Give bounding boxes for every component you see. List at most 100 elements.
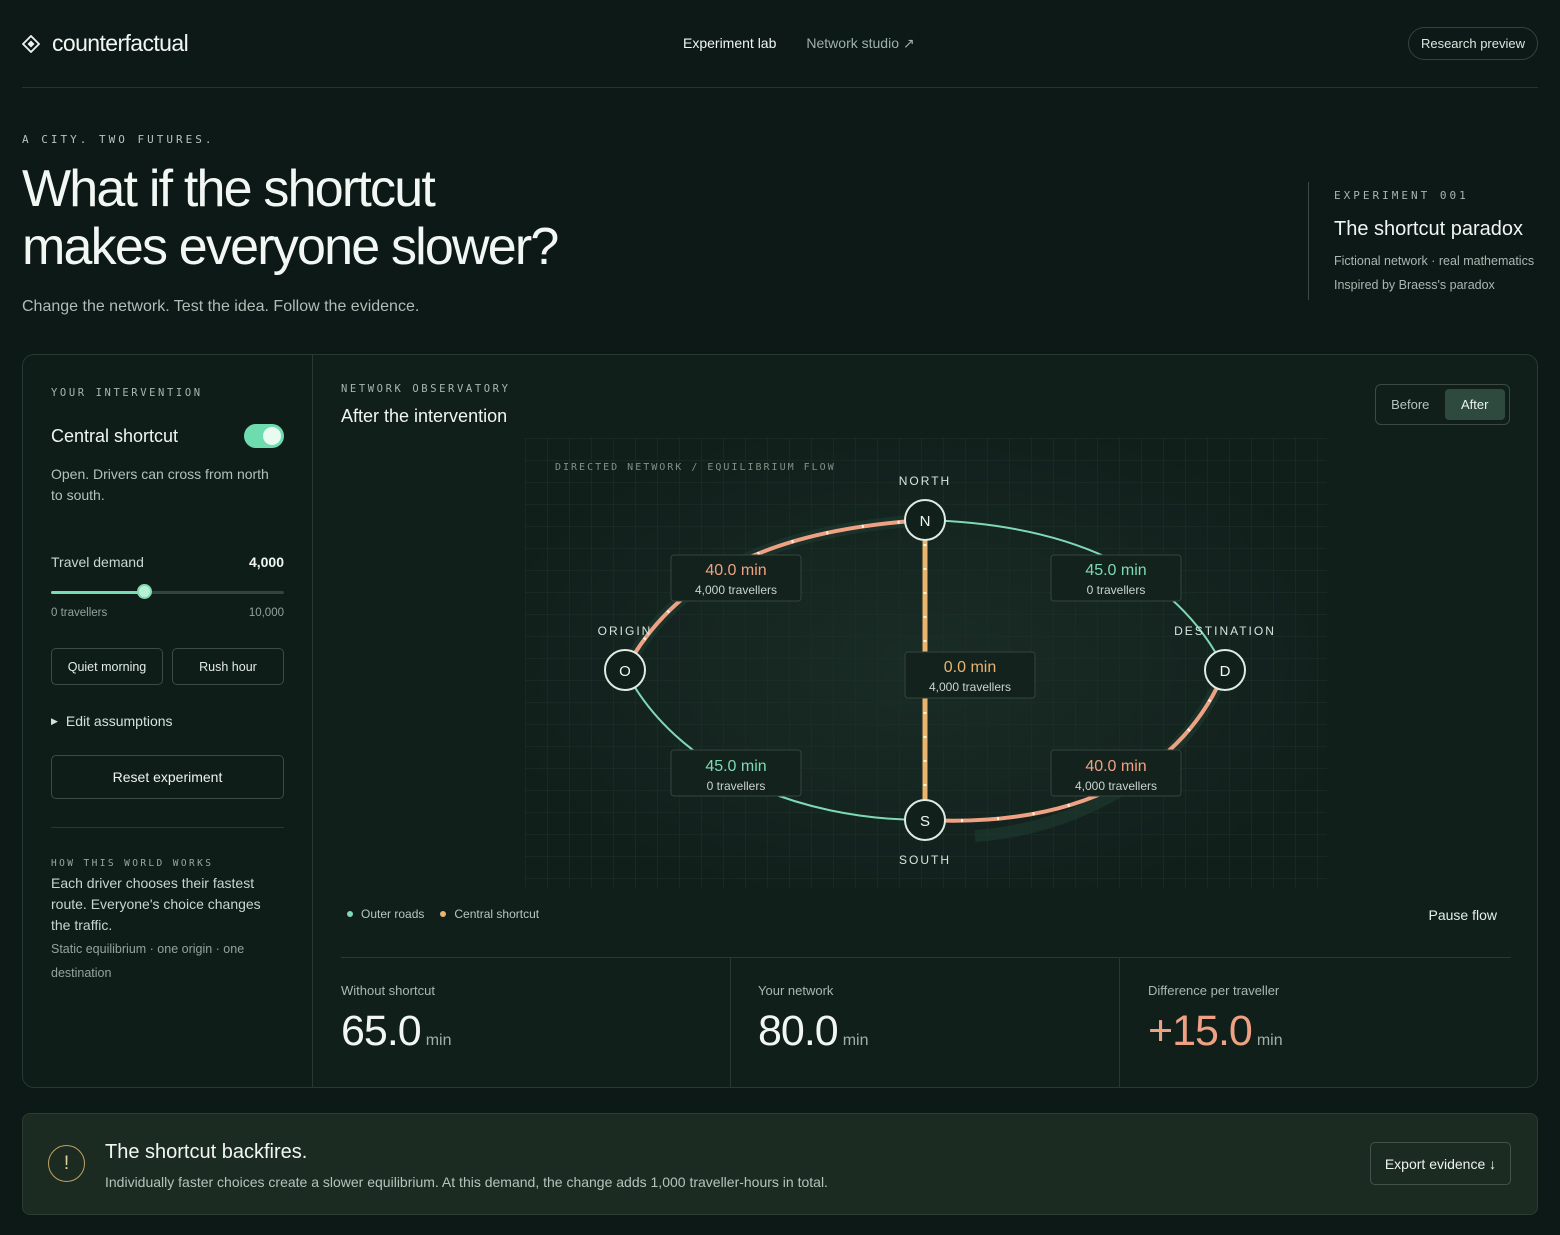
alert-title: The shortcut backfires.: [105, 1141, 308, 1163]
pause-flow-button[interactable]: Pause flow: [1429, 907, 1497, 923]
stat-label: Your network: [758, 983, 834, 998]
main-nav: Experiment lab Network studio ↗: [683, 35, 915, 52]
experiment-line-1: Fictional network · real mathematics: [1334, 254, 1535, 268]
hero-kicker: A CITY. TWO FUTURES.: [22, 133, 215, 146]
edge-travellers: 4,000 travellers: [1075, 779, 1157, 793]
node-destination[interactable]: D: [1204, 649, 1246, 691]
how-world-works-kicker: HOW THIS WORLD WORKS: [51, 858, 214, 869]
node-label-destination: DESTINATION: [1174, 624, 1276, 638]
experiment-kicker: EXPERIMENT 001: [1334, 189, 1469, 202]
slider-fill: [51, 591, 145, 594]
shortcut-toggle[interactable]: [244, 424, 284, 448]
stat-unit: min: [1256, 1032, 1283, 1049]
experiment-title: The shortcut paradox: [1334, 218, 1523, 240]
edge-label-origin-north: 40.0 min 4,000 travellers: [670, 554, 802, 602]
node-letter: S: [920, 813, 930, 830]
export-evidence-button[interactable]: Export evidence ↓: [1370, 1142, 1511, 1185]
travel-demand-slider[interactable]: [51, 584, 284, 599]
stat-value: +15.0 min: [1148, 1007, 1283, 1056]
stat-number: 80.0: [758, 1007, 839, 1055]
intervention-sidebar: YOUR INTERVENTION Central shortcut Open.…: [23, 355, 313, 1087]
top-bar: counterfactual Experiment lab Network st…: [22, 0, 1538, 88]
edge-travellers: 4,000 travellers: [695, 583, 777, 597]
sidebar-divider: [51, 827, 284, 828]
travel-demand-label: Travel demand: [51, 554, 144, 570]
edge-travellers: 4,000 travellers: [929, 680, 1011, 694]
legend-label: Central shortcut: [454, 907, 540, 921]
stat-without-shortcut: Without shortcut 65.0 min: [313, 957, 730, 1087]
stat-difference: Difference per traveller +15.0 min: [1110, 957, 1510, 1087]
brand-name: counterfactual: [52, 30, 189, 56]
quiet-morning-button[interactable]: Quiet morning: [51, 648, 163, 685]
research-preview-button[interactable]: Research preview: [1407, 27, 1538, 60]
stat-unit: min: [842, 1032, 869, 1049]
result-alert: ! The shortcut backfires. Individually f…: [22, 1113, 1538, 1215]
edge-travellers: 0 travellers: [707, 779, 766, 793]
toggle-knob: [263, 427, 281, 445]
legend-label: Outer roads: [361, 907, 425, 921]
edge-time: 45.0 min: [705, 758, 766, 775]
edit-assumptions-toggle[interactable]: ▶ Edit assumptions: [51, 713, 173, 729]
after-button[interactable]: After: [1444, 389, 1505, 420]
stat-value: 65.0 min: [341, 1007, 451, 1056]
exclamation-icon: !: [48, 1145, 85, 1182]
shortcut-toggle-label: Central shortcut: [51, 426, 179, 446]
edge-travellers: 0 travellers: [1087, 583, 1146, 597]
shortcut-description: Open. Drivers can cross from north to so…: [51, 466, 269, 503]
observatory-kicker: NETWORK OBSERVATORY: [341, 383, 511, 395]
node-south[interactable]: S: [904, 799, 946, 841]
network-graph: DIRECTED NETWORK / EQUILIBRIUM FLOW 40.0…: [525, 438, 1327, 888]
experiment-line-2: Inspired by Braess's paradox: [1334, 278, 1495, 292]
legend-central-shortcut: Central shortcut: [440, 907, 539, 921]
before-button[interactable]: Before: [1380, 389, 1441, 420]
hero-title: What if the shortcut makes everyone slow…: [22, 160, 662, 276]
node-letter: D: [1220, 663, 1231, 680]
rush-hour-button[interactable]: Rush hour: [172, 648, 284, 685]
triangle-right-icon: ▶: [51, 715, 58, 726]
nav-network-studio[interactable]: Network studio ↗: [806, 35, 914, 52]
legend-outer-roads: Outer roads: [347, 907, 424, 921]
hero-subtitle: Change the network. Test the idea. Follo…: [22, 298, 420, 315]
edge-label-north-south: 0.0 min 4,000 travellers: [904, 651, 1036, 699]
how-world-works-meta: Static equilibrium · one origin · one de…: [51, 942, 245, 980]
edge-time: 40.0 min: [1085, 758, 1146, 775]
experiment-panel: YOUR INTERVENTION Central shortcut Open.…: [22, 354, 1538, 1088]
stat-label: Without shortcut: [341, 983, 435, 998]
node-origin[interactable]: O: [604, 649, 646, 691]
central-shortcut-dot-icon: [440, 911, 447, 917]
node-letter: O: [619, 663, 631, 680]
slider-handle[interactable]: [137, 584, 153, 599]
range-min-label: 0 travellers: [51, 607, 108, 619]
alert-body: Individually faster choices create a slo…: [105, 1174, 828, 1190]
node-label-south: SOUTH: [899, 853, 951, 867]
edit-assumptions-label: Edit assumptions: [65, 713, 173, 729]
node-letter: N: [920, 513, 931, 530]
stat-number: +15.0: [1148, 1007, 1253, 1055]
edge-label-south-destination: 40.0 min 4,000 travellers: [1050, 749, 1182, 797]
diamond-icon: [22, 34, 40, 53]
edge-time: 40.0 min: [705, 562, 766, 579]
brand-logo[interactable]: counterfactual: [22, 30, 189, 57]
outer-roads-dot-icon: [347, 911, 353, 917]
graph-legend: Outer roads Central shortcut: [347, 907, 539, 921]
hero-title-line-1: What if the shortcut: [22, 160, 436, 218]
edge-label-north-destination: 45.0 min 0 travellers: [1050, 554, 1182, 602]
stats-row: Without shortcut 65.0 min Your network 8…: [313, 957, 1537, 1087]
stat-label: Difference per traveller: [1148, 983, 1280, 998]
travel-demand-value: 4,000: [248, 554, 284, 570]
stat-your-network: Your network 80.0 min: [720, 957, 1110, 1087]
edge-time: 45.0 min: [1085, 562, 1146, 579]
reset-experiment-button[interactable]: Reset experiment: [51, 755, 284, 799]
node-north[interactable]: N: [904, 499, 946, 541]
hero-title-line-2: makes everyone slower?: [22, 218, 559, 276]
range-max-label: 10,000: [248, 607, 284, 619]
stat-unit: min: [425, 1032, 452, 1049]
observatory-title: After the intervention: [341, 406, 508, 426]
how-world-works-text: Each driver chooses their fastest route.…: [51, 875, 261, 933]
intervention-kicker: YOUR INTERVENTION: [51, 387, 203, 399]
graph-caption: DIRECTED NETWORK / EQUILIBRIUM FLOW: [555, 462, 836, 473]
nav-experiment-lab[interactable]: Experiment lab: [683, 35, 776, 52]
stat-value: 80.0 min: [758, 1007, 868, 1056]
node-label-north: NORTH: [899, 474, 951, 488]
experiment-card: EXPERIMENT 001 The shortcut paradox Fict…: [1308, 182, 1538, 300]
